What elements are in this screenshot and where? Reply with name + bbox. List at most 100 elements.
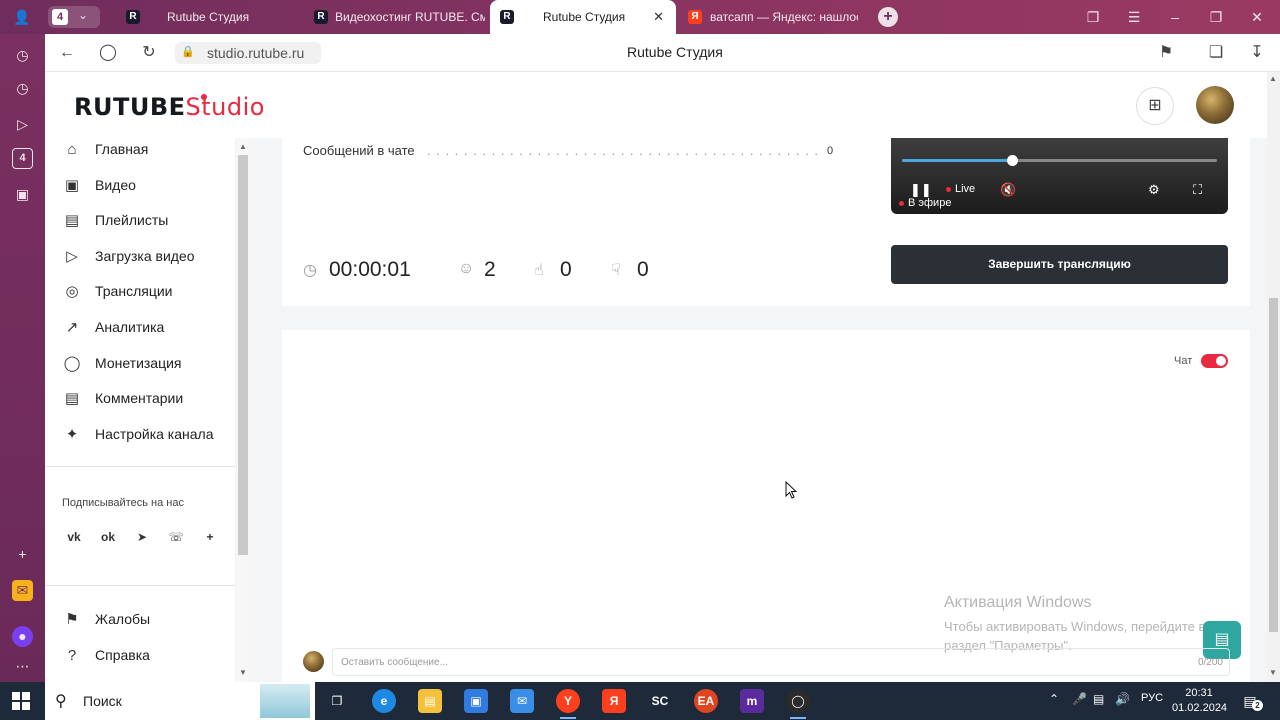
- chat-message-input[interactable]: Оставить сообщение... 0/200: [332, 648, 1230, 676]
- sidebar-item-help[interactable]: ? Справка: [62, 644, 232, 668]
- url-field[interactable]: 🔒 studio.rutube.ru: [175, 42, 321, 64]
- taskbar-search[interactable]: ⚲ Поиск: [45, 682, 315, 720]
- tab-counter-icon[interactable]: 4: [12, 148, 33, 169]
- tab-favicon: Я: [688, 10, 702, 24]
- history-icon[interactable]: ◷: [12, 45, 33, 66]
- scroll-up-icon[interactable]: ▲: [1269, 74, 1277, 83]
- sidebar-item-complaints[interactable]: ⚑ Жалобы: [62, 608, 232, 632]
- task-view-icon[interactable]: ❐: [325, 689, 349, 713]
- sidebar-divider: [45, 466, 235, 467]
- close-window-icon[interactable]: ✕: [1247, 7, 1267, 27]
- viber-icon[interactable]: ☏: [164, 525, 188, 549]
- scroll-up-icon[interactable]: ▲: [239, 142, 247, 151]
- yandex-icon[interactable]: Я: [602, 689, 626, 713]
- sidebar-item-analytics[interactable]: ↗ Аналитика: [62, 316, 232, 340]
- more-icon[interactable]: ⋯: [12, 656, 33, 677]
- sidebar-item-upload[interactable]: ▷ Загрузка видео: [62, 245, 232, 269]
- extensions-icon[interactable]: ❏: [1206, 43, 1226, 63]
- sidebar-item-label: Жалобы: [95, 611, 151, 627]
- profile-icon[interactable]: 👤: [12, 7, 32, 27]
- stream-stats-card: Сообщений в чате . . . . . . . . . . . .…: [282, 138, 1250, 306]
- notifications-icon[interactable]: ▤ 2: [1240, 691, 1263, 711]
- telegram-icon[interactable]: ➤: [130, 525, 154, 549]
- sidebar-item-home[interactable]: ⌂ Главная: [62, 138, 232, 162]
- restore-icon[interactable]: ❐: [1206, 7, 1226, 27]
- download-icon[interactable]: ↧: [1247, 43, 1267, 63]
- search-icon: ⚲: [55, 693, 67, 710]
- edge-icon[interactable]: e: [372, 689, 396, 713]
- rutube-studio-logo[interactable]: RUTUBEStudio: [74, 93, 265, 121]
- language-indicator[interactable]: РУС: [1141, 692, 1163, 704]
- file-explorer-icon[interactable]: ▤: [418, 689, 442, 713]
- sidebar-item-comments[interactable]: ▤ Комментарии: [62, 387, 232, 411]
- clock-icon: ◷: [303, 262, 317, 279]
- network-icon[interactable]: ▤: [1093, 692, 1104, 706]
- avatar[interactable]: [1196, 86, 1234, 124]
- more-social-icon[interactable]: +: [198, 525, 222, 549]
- yandex-icon[interactable]: ◯: [98, 43, 118, 63]
- end-broadcast-button[interactable]: Завершить трансляцию: [891, 245, 1228, 284]
- scroll-down-icon[interactable]: ▼: [1269, 668, 1277, 677]
- taskbar-clock[interactable]: 20:31 01.02.2024: [1172, 686, 1227, 716]
- close-tab-icon[interactable]: ✕: [653, 9, 664, 25]
- fullscreen-icon[interactable]: ⛶: [1193, 182, 1202, 198]
- duration-value: 00:00:01: [329, 258, 411, 281]
- clock-icon[interactable]: ◷: [12, 78, 33, 99]
- sidebar-item-broadcasts[interactable]: ◎ Трансляции: [62, 280, 232, 304]
- media-app-icon[interactable]: m: [740, 689, 764, 713]
- minimize-icon[interactable]: –: [1165, 7, 1185, 27]
- new-tab-button[interactable]: +: [878, 7, 898, 27]
- gear-icon[interactable]: ⚙: [1148, 182, 1160, 198]
- progress-knob[interactable]: [1007, 155, 1019, 166]
- page-scrollbar[interactable]: ▲ ▼: [1267, 72, 1280, 682]
- mute-icon[interactable]: 🔇: [1000, 182, 1016, 198]
- gallery-icon[interactable]: ▣: [12, 184, 33, 205]
- browser-tab-3-active[interactable]: R Rutube Студия ✕: [490, 0, 676, 34]
- bookmark-icon[interactable]: ⚑: [1156, 43, 1176, 63]
- windows-start-icon[interactable]: [12, 692, 30, 710]
- back-icon[interactable]: ←: [57, 43, 77, 63]
- steam-community-icon[interactable]: SC: [648, 689, 672, 713]
- add-content-button[interactable]: ⊞: [1136, 87, 1174, 125]
- scrollbar-thumb[interactable]: [1269, 298, 1278, 632]
- browser-tab-2[interactable]: R Видеохостинг RUTUBE. Смотр: [304, 0, 488, 34]
- odnoklassniki-icon[interactable]: ok: [96, 525, 120, 549]
- vk-icon[interactable]: vk: [62, 525, 86, 549]
- browser-tab-4[interactable]: Я ватсапп — Яндекс: нашлось: [678, 0, 864, 34]
- sidebar-item-playlists[interactable]: ▤ Плейлисты: [62, 209, 232, 233]
- url-text: studio.rutube.ru: [207, 45, 305, 61]
- tray-expand-icon[interactable]: ⌃: [1049, 692, 1059, 706]
- scrollbar-thumb[interactable]: [238, 155, 248, 555]
- pause-icon[interactable]: ❚❚: [910, 182, 932, 198]
- sidebar-item-label: Главная: [95, 141, 149, 157]
- browser-tab-1[interactable]: R Rutube Студия: [116, 0, 302, 34]
- add-panel-icon[interactable]: +: [12, 544, 33, 565]
- chat-toggle[interactable]: [1201, 354, 1228, 368]
- play-circle-icon[interactable]: ▷: [12, 114, 33, 135]
- microphone-icon[interactable]: 🎤: [1072, 692, 1087, 706]
- sidebar-scrollbar[interactable]: ▲ ▼: [237, 138, 249, 682]
- mail-icon[interactable]: ✉: [12, 580, 33, 601]
- toggle-knob: [1216, 356, 1226, 366]
- alice-icon[interactable]: ●: [12, 626, 33, 647]
- reload-icon[interactable]: ↻: [139, 43, 159, 63]
- windows-taskbar: ⚲ Поиск ❐ e ▤ ▣ ✉ Y Я SC EA m ◯ ⌃ 🎤 ▤ 🔊 …: [0, 682, 1280, 720]
- sidebar-item-monetization[interactable]: ◯ Монетизация: [62, 352, 232, 376]
- obs-icon[interactable]: ◯: [786, 689, 810, 719]
- tab-count-button[interactable]: 4 ⌄: [48, 6, 100, 28]
- scroll-down-icon[interactable]: ▼: [239, 668, 247, 677]
- collections-icon[interactable]: ❐: [1083, 7, 1103, 27]
- sidebar-item-video[interactable]: ▣ Видео: [62, 174, 232, 198]
- chevron-down-icon: ⌄: [78, 8, 89, 22]
- mail-app-icon[interactable]: ✉: [510, 689, 534, 713]
- sidebar-item-label: Аналитика: [95, 319, 165, 335]
- logo-studio: Studio: [185, 93, 265, 121]
- store-icon[interactable]: ▣: [464, 689, 488, 713]
- sidebar-item-channel-settings[interactable]: ✦ Настройка канала: [62, 423, 232, 447]
- yandex-browser-icon[interactable]: Y: [556, 689, 580, 719]
- volume-icon[interactable]: 🔊: [1115, 692, 1130, 706]
- video-player[interactable]: ❚❚ Live 🔇 ⚙ ⛶ В эфире: [891, 138, 1228, 214]
- viewers-value: 2: [484, 258, 496, 281]
- ea-app-icon[interactable]: EA: [694, 689, 718, 713]
- menu-icon[interactable]: ☰: [1124, 7, 1144, 27]
